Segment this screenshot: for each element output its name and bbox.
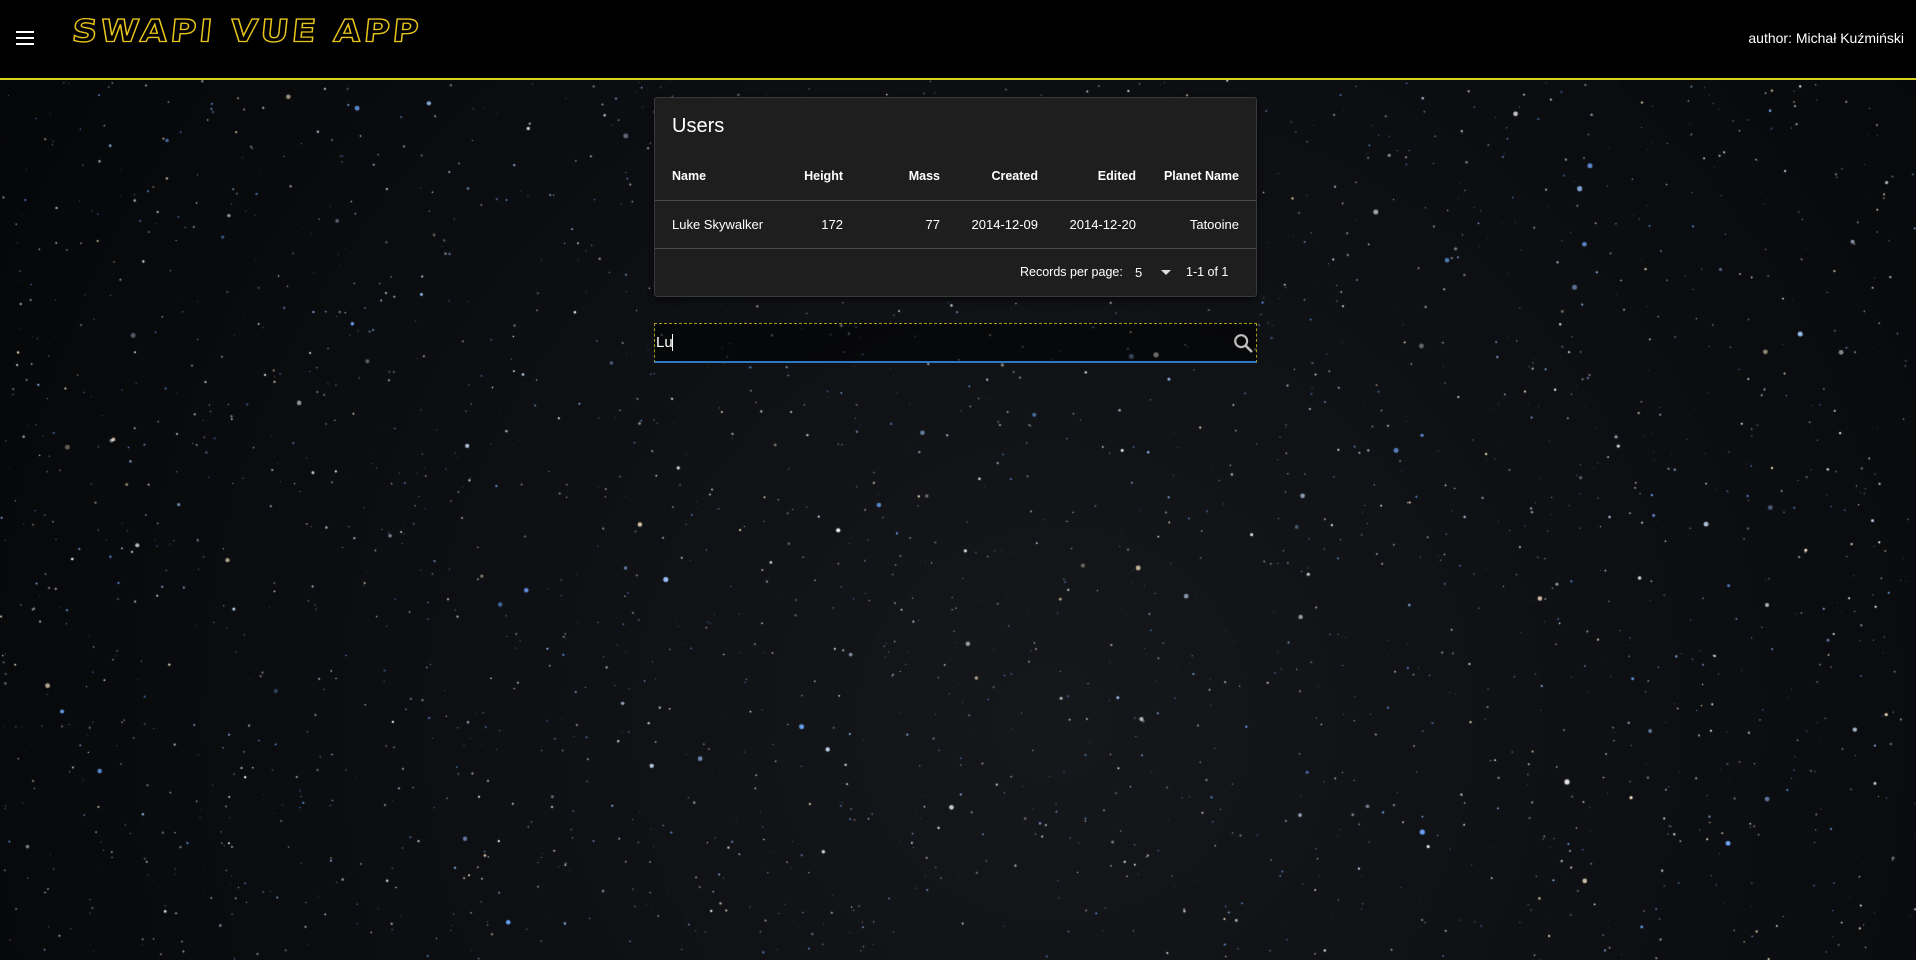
pagination-info: 1-1 of 1 — [1186, 265, 1229, 279]
menu-button[interactable] — [10, 21, 40, 55]
column-header-height[interactable]: Height — [792, 152, 843, 200]
cell-created: 2014-12-09 — [971, 216, 1039, 232]
column-header-name[interactable]: Name — [672, 152, 706, 200]
app-toolbar: SWAPI VUE APP author: Michał Kuźmiński — [0, 0, 1916, 80]
card-title: Users — [672, 115, 725, 137]
author-label: author: Michał Kuźmiński — [1748, 30, 1904, 46]
page-bottom-strip — [0, 960, 1916, 964]
cell-edited: 2014-12-20 — [1069, 216, 1137, 232]
records-per-page-select[interactable]: 5 — [1131, 259, 1175, 285]
search-field[interactable] — [654, 323, 1257, 363]
column-header-created[interactable]: Created — [945, 152, 1038, 200]
caret-down-icon — [1161, 270, 1171, 275]
users-card: Users Name Height Mass Created Edited Pl… — [654, 97, 1257, 297]
table-row[interactable]: Luke Skywalker 172 77 2014-12-09 2014-12… — [655, 200, 1256, 249]
records-per-page-label: Records per page: — [1020, 265, 1123, 279]
app-title: SWAPI VUE APP — [70, 13, 424, 50]
cell-name: Luke Skywalker — [672, 216, 764, 232]
table-footer: Records per page: 5 1-1 of 1 — [655, 248, 1256, 296]
search-icon[interactable] — [1232, 332, 1254, 354]
cell-height: 172 — [821, 216, 843, 232]
table-header-row: Name Height Mass Created Edited Planet N… — [655, 152, 1256, 201]
cell-mass: 77 — [925, 216, 940, 232]
hamburger-menu-icon — [16, 31, 34, 45]
text-cursor — [672, 334, 673, 351]
column-header-planet-name[interactable]: Planet Name — [1145, 152, 1239, 200]
cell-planet-name: Tatooine — [1189, 216, 1239, 232]
records-per-page-value: 5 — [1135, 264, 1143, 280]
column-header-mass[interactable]: Mass — [855, 152, 940, 200]
column-header-edited[interactable]: Edited — [1045, 152, 1136, 200]
search-input[interactable] — [656, 328, 1216, 356]
